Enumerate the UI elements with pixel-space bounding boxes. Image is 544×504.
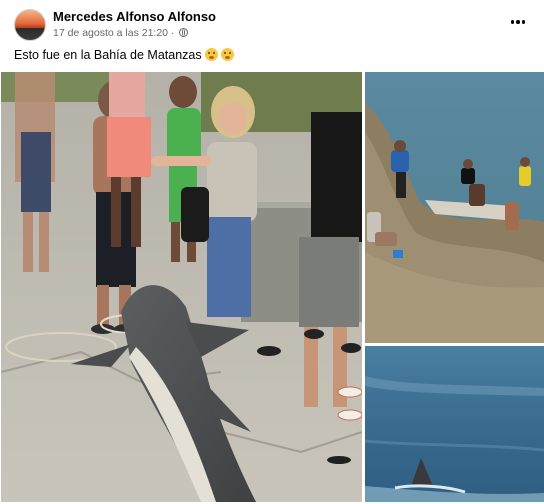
flushed-face-emoji [220,48,234,61]
post-header: Mercedes Alfonso Alfonso 17 de agosto a … [0,0,544,44]
photo-rocky-shore[interactable] [365,72,544,343]
photo-shark-on-shore[interactable] [1,72,362,502]
photo-rocky-shore-image [365,72,544,343]
post-timestamp[interactable]: 17 de agosto a las 21:20 · [53,27,177,39]
post-meta: 17 de agosto a las 21:20 · [53,27,189,39]
photo-shark-on-shore-image [1,72,362,502]
photo-fin-in-water[interactable] [365,346,544,502]
facebook-post: Mercedes Alfonso Alfonso 17 de agosto a … [0,0,544,504]
post-caption: Esto fue en la Bahía de Matanzas [14,48,234,62]
photo-fin-in-water-image [365,346,544,502]
globe-icon [179,28,189,37]
caption-text: Esto fue en la Bahía de Matanzas [14,48,202,62]
more-options-icon[interactable] [506,12,530,32]
author-avatar[interactable] [14,9,46,41]
author-name[interactable]: Mercedes Alfonso Alfonso [53,9,216,24]
flushed-face-emoji [204,48,218,61]
